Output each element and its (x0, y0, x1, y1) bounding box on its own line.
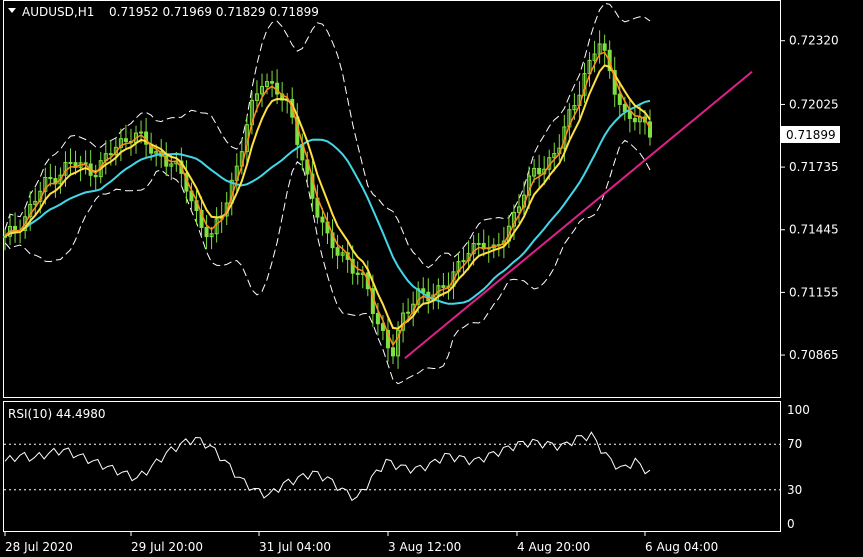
candle-body (476, 242, 481, 245)
rsi-levels (4, 443, 780, 491)
time-tick-label: 28 Jul 2020 (5, 540, 73, 554)
candle-body (320, 216, 325, 223)
time-tick-label: 3 Aug 12:00 (388, 540, 461, 554)
price-axis: 0.72320 0.72025 0.71735 0.71445 0.71155 0.708… (780, 34, 839, 362)
candle-body (375, 312, 380, 325)
candle-body (335, 247, 340, 256)
price-tick-label: 0.72320 (789, 34, 839, 48)
current-price-text: 0.71899 (786, 128, 836, 142)
candle-body (13, 225, 18, 231)
price-tick-label: 0.70865 (789, 348, 839, 362)
symbol-label: AUDUSD,H1 (22, 5, 94, 19)
candle-body (355, 272, 360, 275)
collapse-arrow-icon[interactable] (8, 8, 16, 13)
candle-body (537, 167, 542, 175)
trendline[interactable] (404, 70, 753, 360)
ohlc-label: 0.71952 0.71969 0.71829 0.71899 (109, 5, 319, 19)
candle-body (647, 121, 653, 138)
candle-body (48, 176, 53, 180)
candle-body (441, 285, 446, 288)
price-tick-label: 0.71735 (789, 160, 839, 174)
price-tick-label: 0.71445 (789, 223, 839, 237)
time-tick-label: 31 Jul 04:00 (259, 540, 331, 554)
candle-body (139, 131, 144, 134)
rsi-tick-label: 100 (787, 403, 810, 417)
rsi-axis: 100 70 30 0 (787, 403, 810, 531)
candle-body (390, 347, 396, 357)
time-tick-label: 29 Jul 20:00 (131, 540, 203, 554)
rsi-panel-frame (3, 401, 781, 532)
candle-body (617, 93, 622, 105)
price-tick-label: 0.71155 (789, 285, 839, 299)
price-tick-label: 0.72025 (789, 97, 839, 111)
rsi-tick-label: 70 (787, 437, 802, 451)
candle-body (406, 311, 411, 314)
candle-body (627, 111, 632, 119)
rsi-tick-label: 30 (787, 483, 802, 497)
candle-body (123, 138, 128, 142)
rsi-line (4, 431, 651, 502)
moving-averages (4, 51, 651, 347)
rsi-tick-label: 0 (787, 517, 795, 531)
candle-body (622, 103, 627, 113)
time-tick-label: 6 Aug 04:00 (645, 540, 718, 554)
candle-body (93, 174, 98, 178)
candle-body (108, 153, 113, 156)
candle-body (68, 161, 73, 164)
time-axis: 28 Jul 2020 29 Jul 20:00 31 Jul 04:00 3 Aug… (4, 531, 718, 554)
bollinger-bands (4, 2, 651, 385)
candle-body (632, 117, 637, 123)
candle-body (204, 226, 209, 238)
rsi-label: RSI(10) 44.4980 (8, 407, 106, 421)
main-panel-frame (3, 0, 781, 398)
candle-body (602, 43, 607, 51)
candle-body (270, 81, 275, 84)
chart-canvas[interactable]: AUDUSD,H1 0.71952 0.71969 0.71829 0.7189… (0, 0, 863, 557)
ema-slow-line (4, 64, 651, 330)
time-tick-label: 4 Aug 20:00 (517, 540, 590, 554)
